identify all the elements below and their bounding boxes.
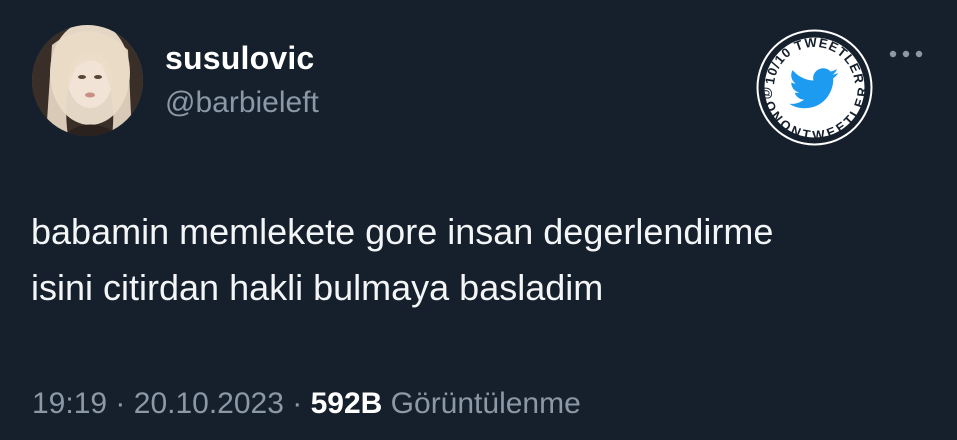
profile-photo xyxy=(32,25,143,136)
tweet-meta: 19:19 · 20.10.2023 · 592B Görüntülenme xyxy=(32,387,581,421)
user-handle[interactable]: @barbieleft xyxy=(165,86,319,120)
more-options-button[interactable] xyxy=(888,43,924,65)
ellipsis-icon xyxy=(889,50,923,58)
meta-separator: · xyxy=(115,387,126,420)
avatar[interactable] xyxy=(32,25,143,136)
display-name[interactable]: susulovic xyxy=(165,40,314,77)
tweetler-badge-logo: 10/10 TWEETLER @ONONTWEETLER xyxy=(752,25,877,150)
meta-separator: · xyxy=(292,387,303,420)
tweet-text-line: isini citirdan hakli bulmaya basladim xyxy=(31,267,604,308)
tweet-date[interactable]: 20.10.2023 xyxy=(134,387,284,420)
views-label: Görüntülenme xyxy=(390,387,581,420)
tweet-text-line: babamin memlekete gore insan degerlendir… xyxy=(31,211,774,252)
views-count[interactable]: 592B xyxy=(311,387,383,420)
tweet-time[interactable]: 19:19 xyxy=(32,387,107,420)
tweet-text: babamin memlekete gore insan degerlendir… xyxy=(31,204,931,316)
